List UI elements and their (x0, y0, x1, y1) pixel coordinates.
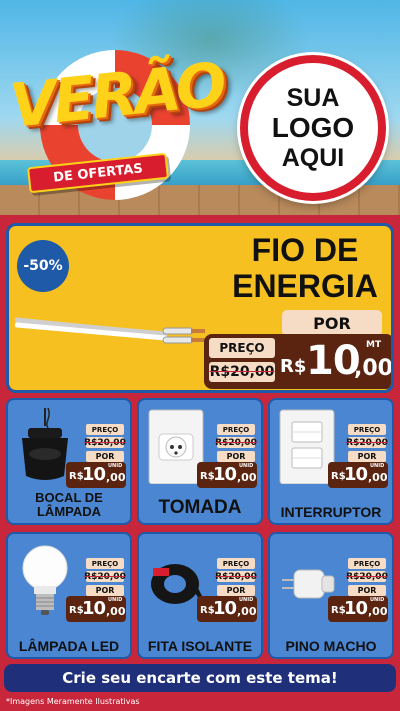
preco-label: PREÇO (217, 424, 255, 435)
price-integer: 10 (344, 598, 368, 619)
old-price: R$20,00 (84, 571, 126, 582)
price-box: R$ 10 ,00 UNID (66, 596, 126, 622)
product-card[interactable]: PREÇO R$20,00 POR R$ 10 ,00 UNID TOMADA (137, 398, 263, 525)
featured-product-card[interactable]: -50% FIO DE ENERGIA POR R$ 10 ,00 MT PRE… (6, 223, 394, 393)
price-decimal: ,00 (368, 605, 388, 618)
product-card[interactable]: PREÇO R$20,00 POR R$ 10 ,00 UNID INTERRU… (268, 398, 394, 525)
por-label: POR (217, 451, 255, 462)
logo-line-3: AQUI (281, 144, 345, 172)
price-decimal: ,00 (237, 605, 257, 618)
price-integer: 10 (306, 338, 361, 384)
price-integer: 10 (344, 464, 368, 485)
preco-label: PREÇO (209, 338, 275, 358)
price-integer: 10 (213, 464, 237, 485)
price-decimal: ,00 (106, 605, 126, 618)
por-label: POR (217, 585, 255, 596)
price-box: R$ 10 ,00 UNID (328, 596, 388, 622)
cta-button[interactable]: Crie seu encarte com este tema! (4, 664, 396, 692)
unit-label: UNID (239, 463, 254, 469)
product-card[interactable]: PREÇO R$20,00 POR R$ 10 ,00 UNID BOCAL D… (6, 398, 132, 525)
product-name: INTERRUPTOR (280, 504, 382, 520)
preco-label: PREÇO (348, 424, 386, 435)
old-price: R$20,00 (346, 437, 388, 448)
featured-title: FIO DE ENERGIA (221, 232, 389, 304)
old-price: R$20,00 (215, 571, 257, 582)
logo-line-2: LOGO (271, 112, 355, 143)
unit-label: UNID (370, 597, 385, 603)
product-card[interactable]: PREÇO R$20,00 POR R$ 10 ,00 UNID LÂMPADA… (6, 532, 132, 659)
preco-label: PREÇO (86, 558, 124, 569)
featured-title-line-1: FIO DE (251, 232, 359, 268)
por-label: POR (86, 451, 124, 462)
product-card[interactable]: PREÇO R$20,00 POR R$ 10 ,00 UNID PINO MA… (268, 532, 394, 659)
old-price: R$20,00 (346, 571, 388, 582)
product-name: TOMADA (158, 497, 242, 518)
price-box: R$ 10 ,00 UNID (328, 462, 388, 488)
price-integer: 10 (213, 598, 237, 619)
price-box: R$ 10 ,00 UNID (197, 596, 257, 622)
product-card[interactable]: PREÇO R$20,00 POR R$ 10 ,00 UNID FITA IS… (137, 532, 263, 659)
product-name: LÂMPADA LED (18, 638, 120, 654)
price-integer: 10 (82, 464, 106, 485)
unit-label: MT (366, 340, 382, 350)
old-price: R$20,00 (215, 437, 257, 448)
price-box: R$ 10 ,00 UNID (66, 462, 126, 488)
unit-label: UNID (108, 463, 123, 469)
preco-label: PREÇO (217, 558, 255, 569)
discount-badge: -50% (17, 240, 69, 292)
featured-title-line-2: ENERGIA (232, 268, 378, 304)
product-name: BOCAL DE LÂMPADA (35, 490, 103, 519)
product-name: PINO MACHO (285, 638, 377, 654)
unit-label: UNID (108, 597, 123, 603)
por-label: POR (86, 585, 124, 596)
unit-label: UNID (239, 597, 254, 603)
wire-cable-icon (15, 317, 205, 344)
product-name: FITA ISOLANTE (147, 638, 253, 654)
product-grid: PREÇO R$20,00 POR R$ 10 ,00 UNID BOCAL D… (6, 398, 394, 660)
old-price: R$20,00 (84, 437, 126, 448)
por-label: POR (348, 451, 386, 462)
logo-line-1: SUA (286, 84, 340, 112)
currency-symbol: R$ (280, 356, 307, 377)
header-banner: VERÃO DE OFERTAS SUA LOGO AQUI (0, 0, 400, 215)
price-decimal: ,00 (106, 471, 126, 484)
disclaimer-text: *Imagens Meramente Ilustrativas (6, 697, 140, 706)
price-integer: 10 (82, 598, 106, 619)
unit-label: UNID (370, 463, 385, 469)
price-decimal: ,00 (354, 356, 393, 381)
price-decimal: ,00 (237, 471, 257, 484)
por-label: POR (348, 585, 386, 596)
old-price: R$20,00 (209, 362, 275, 382)
preco-label: PREÇO (86, 424, 124, 435)
price-box: R$ 10 ,00 UNID (197, 462, 257, 488)
price-decimal: ,00 (368, 471, 388, 484)
preco-label: PREÇO (348, 558, 386, 569)
por-label: POR (282, 310, 382, 336)
logo-placeholder[interactable]: SUA LOGO AQUI (240, 55, 386, 201)
